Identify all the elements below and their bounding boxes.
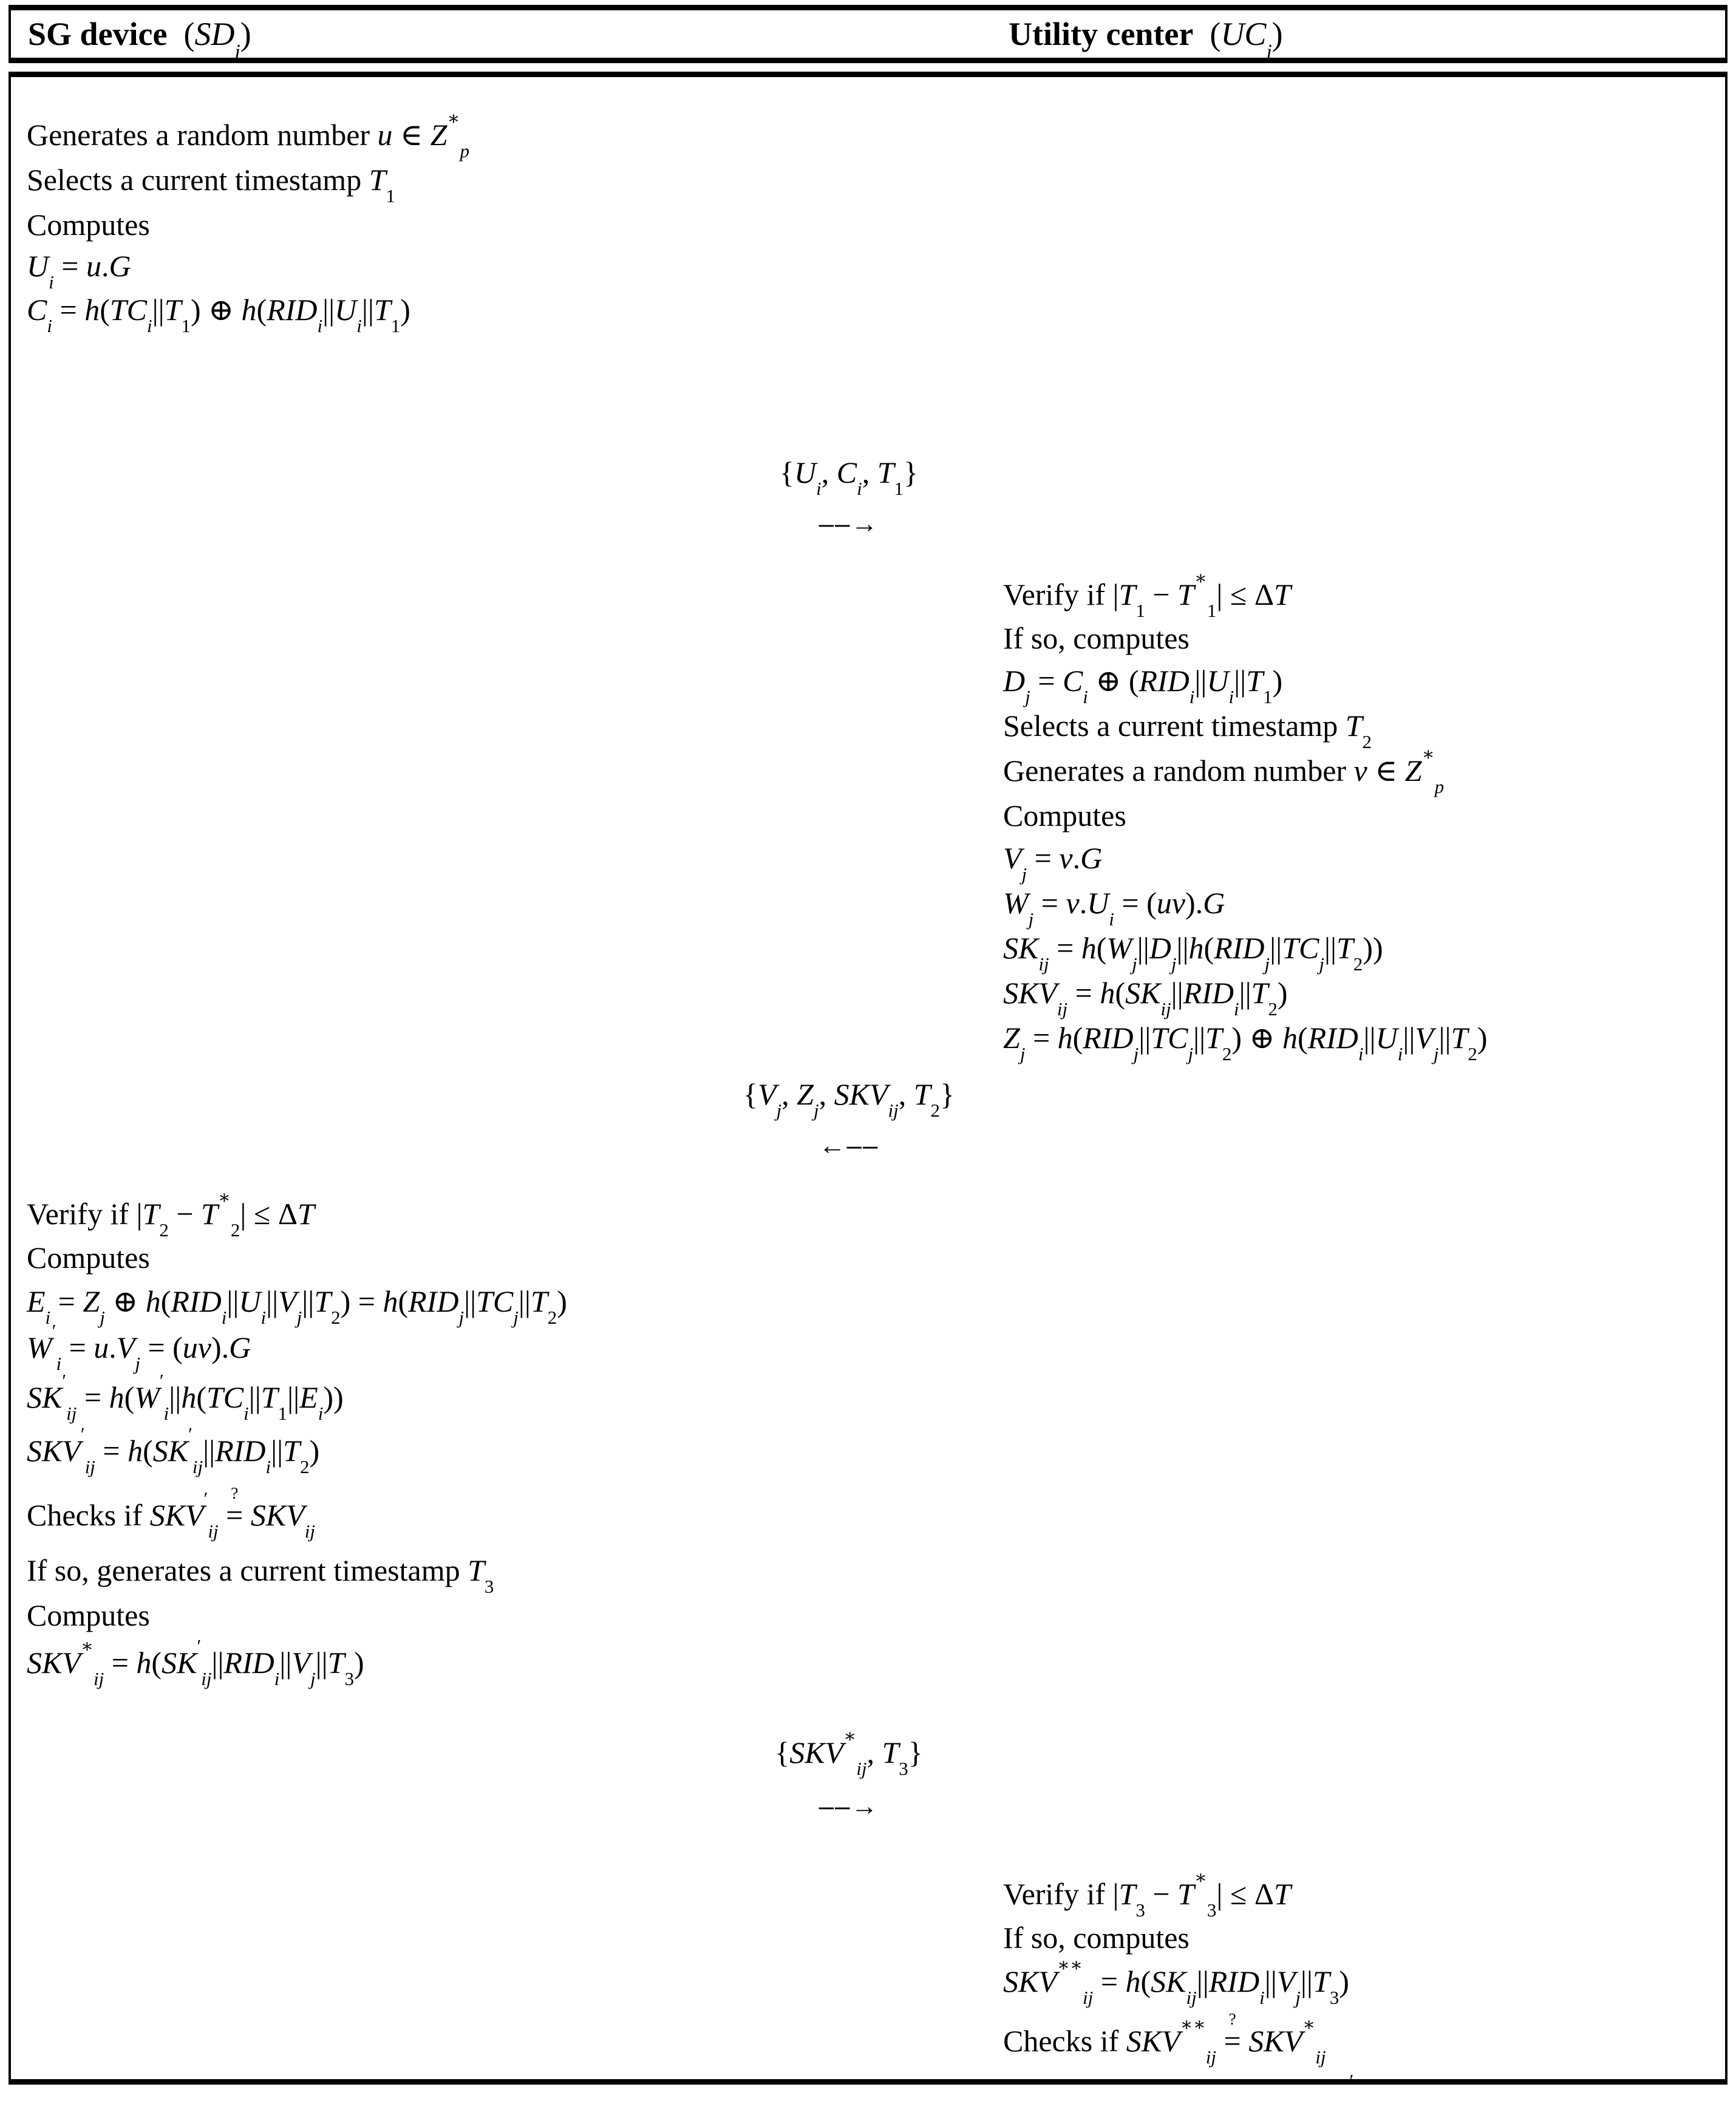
uc-line-skvij: SKVij = h(SKij||RIDi||T2) (1003, 976, 1288, 1020)
uc-line-ifso-computes-2: If so, computes (1003, 1921, 1190, 1955)
header-sg-device-entity-sub: i (234, 40, 240, 63)
header-utility-center-entity: UC (1220, 16, 1267, 52)
header-utility-center-entity-sub: j (1266, 40, 1272, 63)
message-3-label: {SKV∗ij, T3} (775, 1725, 923, 1780)
header-utility-center-role: Utility center (1009, 16, 1194, 52)
sd-line-computes-3: Computes (27, 1598, 150, 1632)
sd-line-ci: Ci = h(TCi||T1) ⊕ h(RIDi||Ui||T1) (27, 293, 410, 337)
sd-line-checks-skv: Checks if SKV′ij ? = SKVij (27, 1483, 315, 1542)
header-utility-center-paren-close: ) (1271, 16, 1283, 52)
message-1-arrow-right-icon: ––→ (819, 509, 879, 539)
uc-line-dj: Dj = Ci ⊕ (RIDi||Ui||T1) (1003, 664, 1283, 708)
sd-line-verify-t2: Verify if |T2 − T∗2| ≤ ΔT (27, 1187, 315, 1241)
sd-line-select-t1: Selects a current timestamp T1 (27, 163, 396, 207)
header-sg-device-paren-close: ) (240, 16, 251, 52)
uc-line-zj: Zj = h(RIDj||TCj||T2) ⊕ h(RIDi||Ui||Vj||… (1003, 1021, 1488, 1065)
message-1-label: {Ui, Ci, T1} (779, 455, 919, 500)
sd-line-sk-prime: SK′ij = h(W′i||h(TCi||T1||Ei)) (27, 1370, 344, 1425)
header-sg-device-entity: SD (194, 16, 235, 52)
header-sg-device-paren-open: ( (175, 16, 195, 52)
uc-line-checks-skv: Checks if SKV∗∗ij ? = SKV∗ij (1003, 2009, 1326, 2068)
uc-line-generate-v: Generates a random number v ∈ Z∗p (1003, 743, 1445, 798)
sd-line-computes-1: Computes (27, 208, 150, 242)
message-3-arrow-right-icon: ––→ (819, 1791, 879, 1821)
message-2-arrow-left-icon: ←–– (819, 1131, 879, 1160)
uc-line-ifso-computes-1: If so, computes (1003, 621, 1190, 655)
uc-line-stores-session-key: Stores session key SKij(= SK′ij) (1349, 2070, 1354, 2085)
sd-line-ei: Ei = Zj ⊕ h(RIDi||Ui||Vj||T2) = h(RIDj||… (27, 1284, 567, 1329)
uc-line-wj: Wj = v.Ui = (uv).G (1003, 886, 1225, 930)
sd-line-generate-t3: If so, generates a current timestamp T3 (27, 1553, 494, 1598)
sd-line-skv-prime: SKV′ij = h(SK′ij||RIDi||T2) (27, 1423, 320, 1478)
uc-line-computes-1: Computes (1003, 799, 1126, 833)
header-utility-center-paren-open: ( (1201, 16, 1221, 52)
uc-line-vj: Vj = v.G (1003, 841, 1103, 885)
protocol-body: Generates a random number u ∈ Z∗p Select… (9, 72, 1727, 2085)
sd-line-skv-star: SKV∗ij = h(SK′ij||RIDi||Vj||T3) (27, 1635, 364, 1690)
uc-line-verify-t1: Verify if |T1 − T∗1| ≤ ΔT (1003, 567, 1291, 622)
protocol-figure: SG device (SDi) Utility center (UCj) Gen… (0, 0, 1736, 2118)
uc-line-verify-t3: Verify if |T3 − T∗3| ≤ ΔT (1003, 1867, 1291, 1921)
header-sg-device: SG device (SDi) (11, 16, 992, 62)
header-utility-center: Utility center (UCj) (992, 16, 1720, 62)
uc-line-select-t2: Selects a current timestamp T2 (1003, 709, 1372, 753)
header-sg-device-role: SG device (28, 16, 168, 52)
protocol-header-row: SG device (SDi) Utility center (UCj) (9, 5, 1727, 63)
message-2-label: {Vj, Zj, SKVij, T2} (743, 1077, 955, 1122)
sd-line-wi-prime: W′i = u.Vj = (uv).G (27, 1320, 251, 1375)
sd-line-computes-2: Computes (27, 1241, 150, 1275)
sd-line-generate-u: Generates a random number u ∈ Z∗p (27, 107, 469, 162)
uc-line-skv-doublestar: SKV∗∗ij = h(SKij||RIDi||Vj||T3) (1003, 1954, 1349, 2009)
uc-line-skij: SKij = h(Wj||Dj||h(RIDj||TCj||T2)) (1003, 931, 1383, 975)
sd-line-ui: Ui = u.G (27, 249, 131, 293)
